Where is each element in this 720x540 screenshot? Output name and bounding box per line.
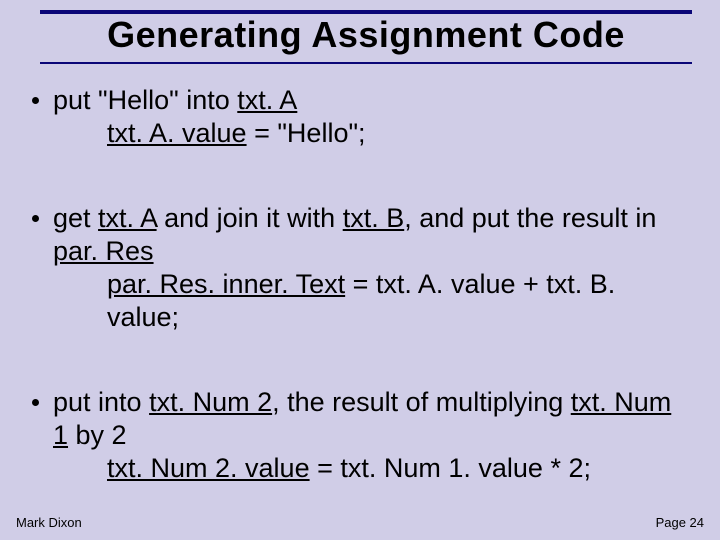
text-underline: txt. A (237, 85, 297, 115)
bullet-text: put "Hello" into txt. A txt. A. value = … (53, 84, 366, 150)
text-underline: txt. B (343, 203, 405, 233)
text-underline: par. Res (53, 236, 154, 266)
footer-page: Page 24 (656, 515, 704, 530)
code-line: txt. A. value = "Hello"; (107, 117, 366, 150)
text-run: , and put the result in (404, 203, 656, 233)
bullet-dot-icon (32, 399, 39, 406)
code-underline: par. Res. inner. Text (107, 269, 345, 299)
text-run: put into (53, 387, 149, 417)
code-rest: = "Hello"; (247, 118, 366, 148)
bullet-dot-icon (32, 97, 39, 104)
code-underline: txt. A. value (107, 118, 247, 148)
text-run: put "Hello" into (53, 85, 237, 115)
bullet-item: put into txt. Num 2, the result of multi… (32, 386, 692, 485)
code-line: txt. Num 2. value = txt. Num 1. value * … (107, 452, 692, 485)
code-rest: = txt. Num 1. value * 2; (310, 453, 591, 483)
code-line: par. Res. inner. Text = txt. A. value + … (107, 268, 692, 334)
text-run: by 2 (68, 420, 127, 450)
slide: Generating Assignment Code put "Hello" i… (0, 0, 720, 540)
text-run: and join it with (157, 203, 343, 233)
bullet-text: get txt. A and join it with txt. B, and … (53, 202, 692, 334)
bullet-dot-icon (32, 215, 39, 222)
code-underline: txt. Num 2. value (107, 453, 310, 483)
bullet-item: get txt. A and join it with txt. B, and … (32, 202, 692, 334)
footer: Mark Dixon Page 24 (16, 515, 704, 530)
footer-author: Mark Dixon (16, 515, 82, 530)
bullet-text: put into txt. Num 2, the result of multi… (53, 386, 692, 485)
text-run: , the result of multiplying (272, 387, 571, 417)
slide-title: Generating Assignment Code (40, 14, 692, 60)
text-run: get (53, 203, 98, 233)
bullet-item: put "Hello" into txt. A txt. A. value = … (32, 84, 692, 150)
text-underline: txt. A (98, 203, 157, 233)
text-underline: txt. Num 2 (149, 387, 272, 417)
content-area: put "Hello" into txt. A txt. A. value = … (0, 64, 720, 484)
